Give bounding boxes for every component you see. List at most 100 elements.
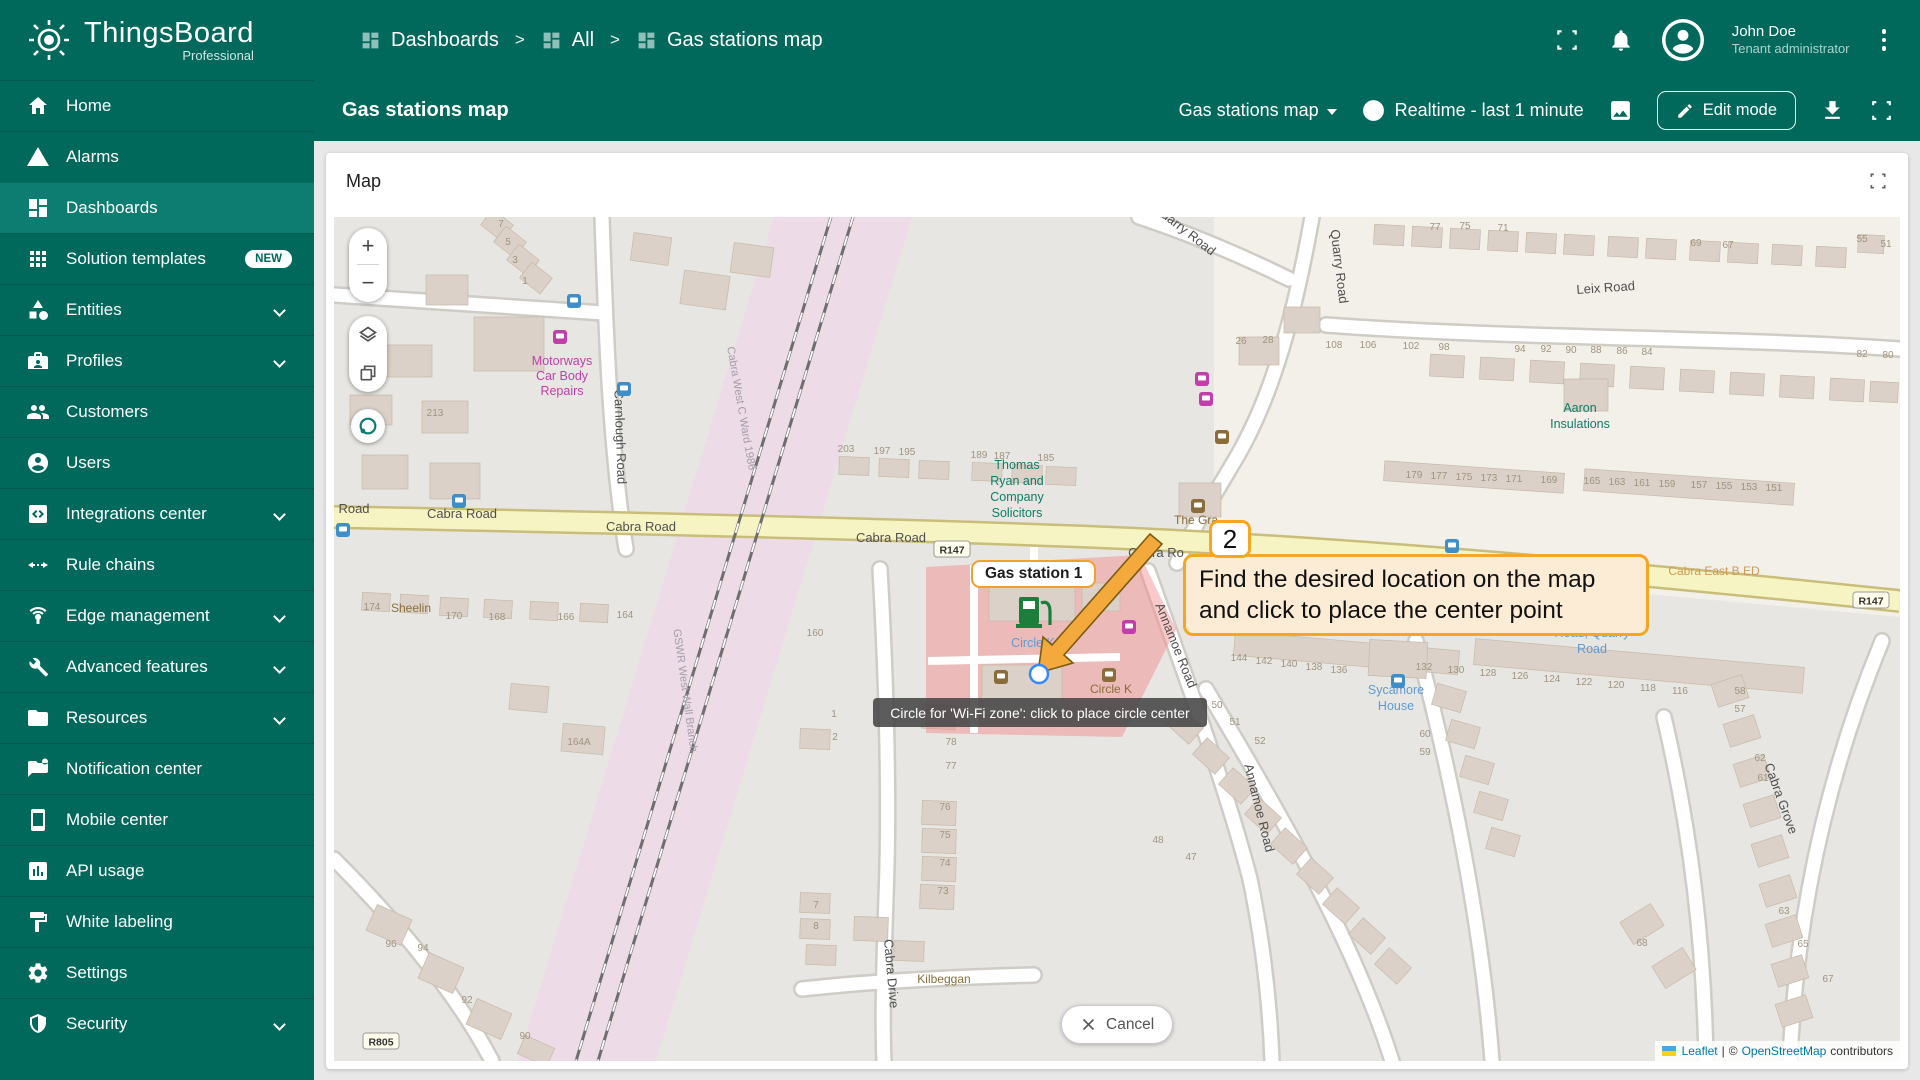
map-label: 51	[1229, 717, 1241, 728]
sidebar-item-mobile-center[interactable]: Mobile center	[0, 794, 314, 845]
leaflet-link[interactable]: Leaflet	[1682, 1044, 1718, 1058]
sidebar-item-api-usage[interactable]: API usage	[0, 845, 314, 896]
circle-center-cursor[interactable]	[1028, 663, 1050, 685]
map-label: 90	[1565, 345, 1577, 356]
sidebar-item-users[interactable]: Users	[0, 437, 314, 488]
sidebar-item-dashboards[interactable]: Dashboards	[0, 182, 314, 233]
widget-title: Map	[346, 170, 382, 191]
sidebar-item-label: Integrations center	[66, 504, 207, 523]
map-label: Repairs	[540, 384, 583, 398]
map-label: 155	[1716, 481, 1733, 492]
zoom-out-button[interactable]: −	[349, 265, 387, 301]
map-label: 128	[1480, 668, 1497, 679]
user-info[interactable]: John Doe Tenant administrator	[1732, 22, 1850, 58]
map-label: 63	[1778, 906, 1790, 917]
map-label: 138	[1306, 662, 1323, 673]
bus-poi-icon	[452, 494, 466, 508]
map-label: 92	[461, 995, 473, 1006]
expand-fullscreen-icon[interactable]	[1869, 98, 1894, 123]
map-label: R805	[368, 1037, 393, 1049]
map-label: 77	[1429, 222, 1441, 233]
map-label: 82	[1856, 349, 1868, 360]
draw-circle-tool-button[interactable]	[351, 409, 385, 443]
map-label: 61	[1757, 773, 1769, 784]
sidebar-item-notification-center[interactable]: Notification center	[0, 743, 314, 794]
map-label: Company	[990, 490, 1044, 504]
map-attribution: Leaflet | © OpenStreetMap contributors	[1654, 1041, 1900, 1061]
dashboard-state-select[interactable]: Gas stations map	[1179, 100, 1337, 121]
zoom-in-button[interactable]: +	[349, 228, 387, 264]
map-label: 94	[417, 943, 429, 954]
chevron-down-icon	[1326, 108, 1337, 115]
osm-link[interactable]: OpenStreetMap	[1742, 1044, 1827, 1058]
map-label: 90	[519, 1031, 531, 1042]
map-label: Sheelin	[391, 601, 431, 615]
map-label: 106	[1360, 340, 1377, 351]
map-pages-icon[interactable]	[358, 363, 378, 383]
map-label: 179	[1406, 470, 1423, 481]
map-canvas[interactable]: Road Cabra Road Cabra Road Cabra Road Cabra …	[334, 217, 1900, 1061]
zoom-control: + −	[349, 228, 387, 302]
edit-mode-button[interactable]: Edit mode	[1656, 91, 1796, 130]
avatar[interactable]	[1661, 19, 1704, 61]
map-layers-icon[interactable]	[358, 325, 378, 345]
map-label: 169	[1541, 475, 1558, 486]
notification-icon	[26, 757, 50, 781]
map-label: Ryan and	[990, 474, 1044, 488]
map-label: 136	[1331, 665, 1348, 676]
amenity-poi-icon	[1215, 430, 1229, 444]
chevron-down-icon	[273, 660, 286, 674]
brand[interactable]: ThingsBoard Professional	[0, 17, 300, 63]
breadcrumb-all[interactable]: All	[541, 29, 594, 52]
sidebar-item-alarms[interactable]: Alarms	[0, 131, 314, 182]
cancel-button[interactable]: Cancel	[1061, 1005, 1174, 1044]
widget-fullscreen-icon[interactable]	[1868, 171, 1888, 191]
map-label: 62	[1754, 753, 1766, 764]
advanced-icon	[26, 655, 50, 679]
map-label: 130	[1448, 665, 1465, 676]
sidebar-item-profiles[interactable]: Profiles	[0, 335, 314, 386]
sidebar-item-entities[interactable]: Entities	[0, 284, 314, 335]
chevron-down-icon	[273, 303, 286, 317]
map-label: 177	[1431, 471, 1448, 482]
sidebar-item-label: Profiles	[66, 351, 123, 370]
map-label: 132	[1416, 662, 1433, 673]
map-label: 164A	[567, 737, 591, 748]
map-label: 1	[831, 709, 837, 720]
sidebar-item-security[interactable]: Security	[0, 998, 314, 1049]
map-label: 213	[427, 408, 444, 419]
download-icon[interactable]	[1820, 98, 1845, 123]
mobile-icon	[26, 808, 50, 832]
marker-label[interactable]: Gas station 1	[971, 560, 1097, 588]
timewindow-button[interactable]: Realtime - last 1 minute	[1361, 98, 1584, 123]
sidebar-item-home[interactable]: Home	[0, 80, 314, 131]
sidebar-item-edge-management[interactable]: Edge management	[0, 590, 314, 641]
map-label: 151	[1766, 483, 1783, 494]
map-label: 86	[1616, 346, 1628, 357]
breadcrumb-gas-stations-map[interactable]: Gas stations map	[636, 29, 823, 52]
map-label: Motorways	[532, 354, 592, 368]
sidebar-item-integrations-center[interactable]: Integrations center	[0, 488, 314, 539]
sidebar-item-solution-templates[interactable]: Solution templates NEW	[0, 233, 314, 284]
sidebar-item-customers[interactable]: Customers	[0, 386, 314, 437]
sidebar-item-resources[interactable]: Resources	[0, 692, 314, 743]
sidebar-item-settings[interactable]: Settings	[0, 947, 314, 998]
breadcrumb-dashboards[interactable]: Dashboards	[360, 29, 499, 52]
map-label: 3	[512, 255, 518, 266]
map-label: 80	[1882, 350, 1894, 361]
map-label: Aaron	[1563, 401, 1596, 415]
more-menu-icon[interactable]	[1878, 25, 1891, 55]
map-label: 189	[971, 450, 988, 461]
dashboard-image-icon[interactable]	[1608, 98, 1633, 123]
sidebar-item-advanced-features[interactable]: Advanced features	[0, 641, 314, 692]
notifications-bell-icon[interactable]	[1608, 27, 1634, 53]
laundry-poi-icon	[1122, 620, 1136, 634]
fullscreen-icon[interactable]	[1554, 27, 1580, 53]
sidebar-item-rule-chains[interactable]: Rule chains	[0, 539, 314, 590]
sidebar-item-white-labeling[interactable]: White labeling	[0, 896, 314, 947]
chevron-down-icon	[273, 711, 286, 725]
rulechains-icon	[26, 553, 50, 577]
top-header: ThingsBoard Professional Dashboards > All >…	[0, 0, 1920, 80]
map-label: 57	[1734, 704, 1746, 715]
map-label: 26	[1235, 336, 1247, 347]
